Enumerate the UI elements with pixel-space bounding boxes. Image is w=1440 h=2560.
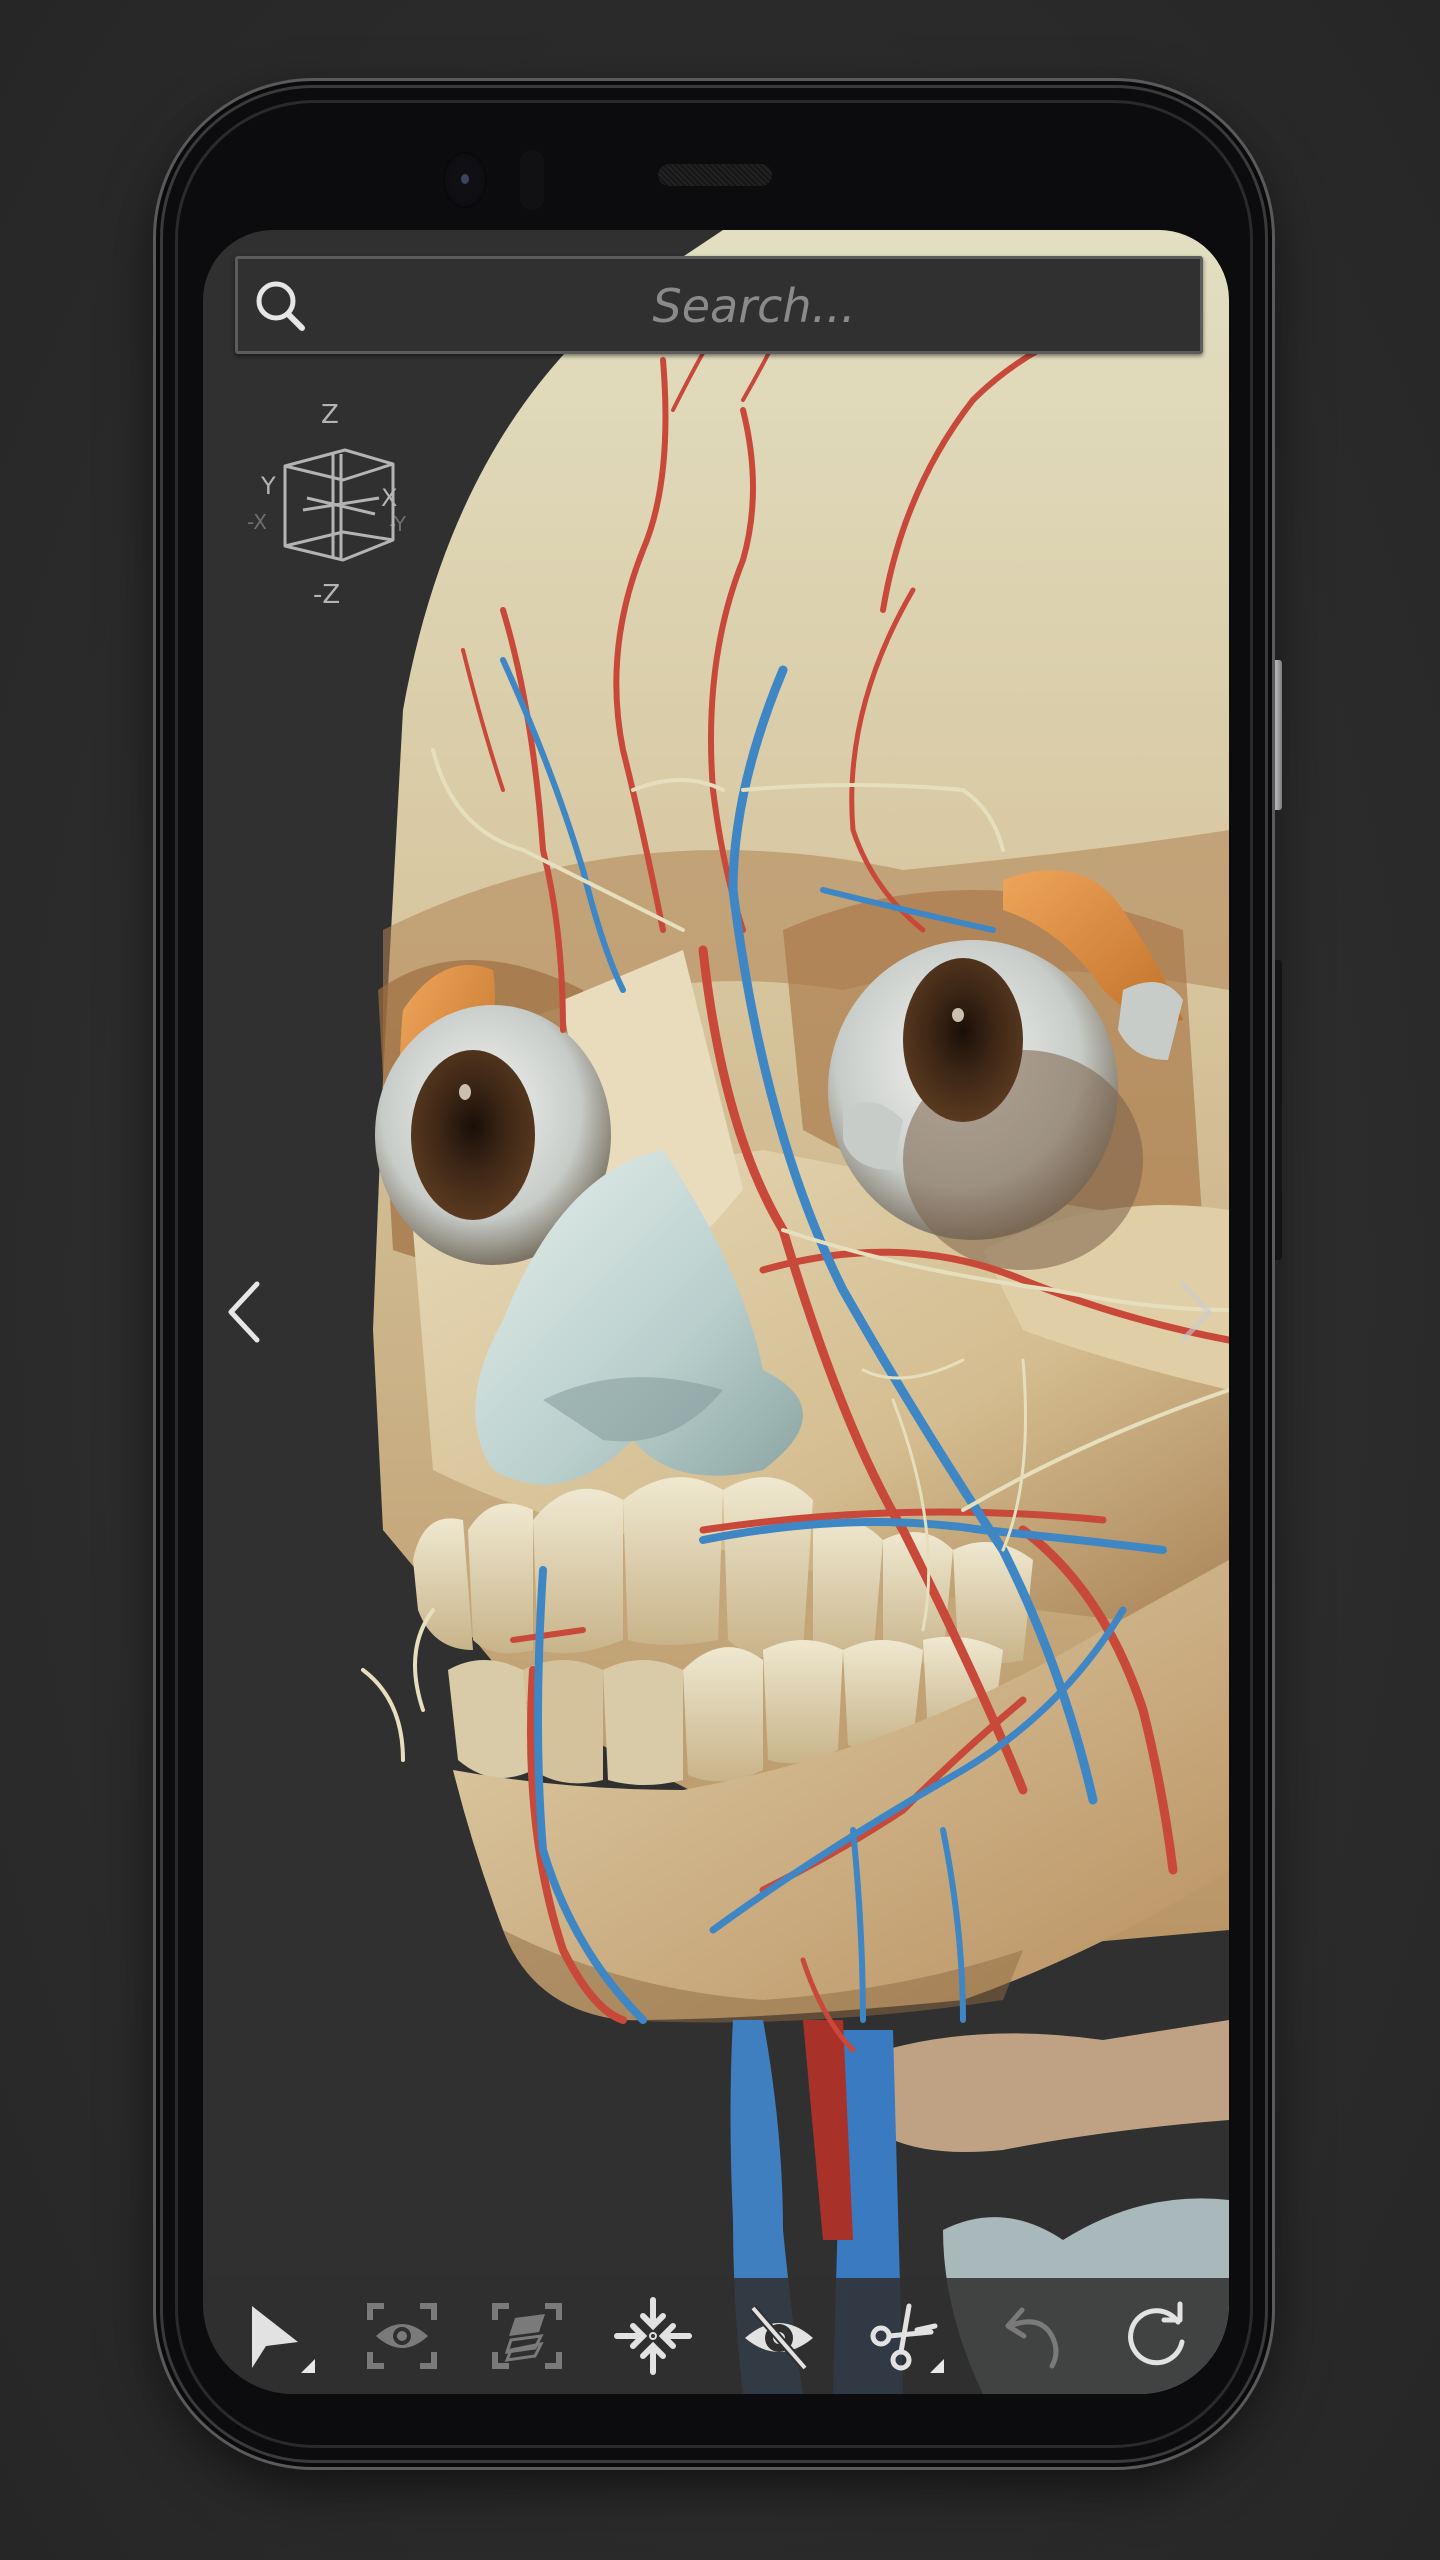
previous-arrow-button[interactable]	[217, 1272, 277, 1352]
axis-label-z: Z	[321, 400, 339, 430]
submenu-indicator-icon	[300, 2359, 315, 2373]
arrows-inward-icon	[614, 2297, 693, 2375]
search-input[interactable]	[328, 259, 1180, 353]
focus-layers-button[interactable]	[482, 2291, 572, 2381]
app-screen: Z -Z Y X -X -Y	[203, 230, 1229, 2394]
layers-frame-icon	[492, 2303, 563, 2369]
submenu-indicator-icon	[929, 2359, 944, 2373]
undo-button[interactable]	[985, 2291, 1075, 2381]
front-camera	[443, 152, 487, 208]
next-arrow-button[interactable]	[1163, 1272, 1223, 1352]
cube-wireframe-icon	[283, 448, 395, 562]
eye-highlight-left	[459, 1084, 471, 1100]
chevron-right-icon	[1180, 1281, 1212, 1343]
undo-icon	[1005, 2307, 1059, 2369]
orientation-cube[interactable]: Z -Z Y X -X -Y	[247, 400, 413, 610]
chevron-left-icon	[228, 1281, 260, 1343]
axis-label-neg-z: -Z	[313, 580, 341, 610]
search-bar[interactable]	[235, 256, 1203, 354]
search-icon[interactable]	[252, 277, 310, 335]
hide-toggle-button[interactable]	[734, 2291, 824, 2381]
proximity-sensor	[520, 150, 544, 210]
bottom-toolbar	[203, 2278, 1229, 2394]
volume-button	[1270, 960, 1282, 1260]
refresh-icon	[1128, 2301, 1185, 2366]
earpiece-speaker	[658, 164, 772, 186]
iris-left	[411, 1050, 535, 1220]
power-button	[1270, 660, 1282, 810]
reset-view-button[interactable]	[1111, 2291, 1201, 2381]
focus-view-button[interactable]	[357, 2291, 447, 2381]
eye-highlight-right	[952, 1008, 964, 1022]
hyoid-bone	[853, 2020, 1229, 2152]
eye-frame-icon	[366, 2303, 437, 2369]
select-tool-button[interactable]	[231, 2291, 321, 2381]
dissect-tool-button[interactable]	[860, 2291, 950, 2381]
collapse-center-button[interactable]	[608, 2291, 698, 2381]
eye-slash-icon	[744, 2305, 813, 2371]
iris-right	[903, 958, 1023, 1122]
